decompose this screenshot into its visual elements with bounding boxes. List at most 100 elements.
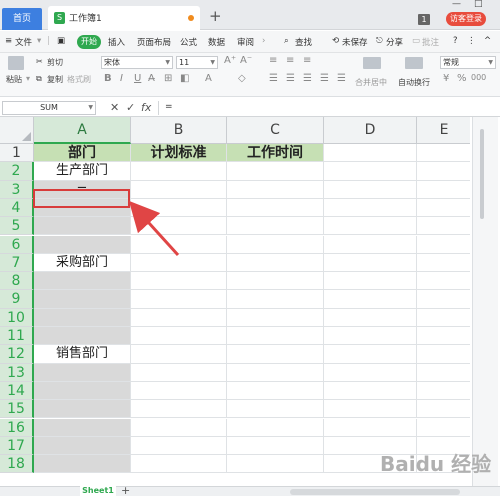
cell-E14[interactable] <box>417 382 470 401</box>
select-all-corner[interactable] <box>0 117 34 144</box>
row-header-12[interactable]: 12 <box>0 345 34 364</box>
share-button[interactable]: 分享 <box>386 36 403 48</box>
cell-A18[interactable] <box>34 455 131 474</box>
cell-D15[interactable] <box>324 400 417 419</box>
align-middle-icon[interactable]: ≡ <box>286 55 294 66</box>
cell-E5[interactable] <box>417 217 470 236</box>
cell-C15[interactable] <box>227 400 324 419</box>
decrease-font-icon[interactable]: A⁻ <box>240 55 252 66</box>
font-color-icon[interactable]: A <box>205 73 212 84</box>
sync-icon[interactable]: ⟲ <box>332 36 339 46</box>
scrollbar-thumb[interactable] <box>480 129 484 219</box>
row-header-4[interactable]: 4 <box>0 198 34 218</box>
column-header-e[interactable]: E <box>417 117 470 144</box>
row-header-9[interactable]: 9 <box>0 290 34 309</box>
collapse-ribbon-icon[interactable]: ^ <box>484 36 491 46</box>
cell-E15[interactable] <box>417 400 470 419</box>
column-header-b[interactable]: B <box>131 117 227 144</box>
insert-function-icon[interactable]: fx <box>141 101 151 114</box>
strikethrough-icon[interactable]: A̶ <box>148 73 155 84</box>
cell-D2[interactable] <box>324 162 417 181</box>
row-header-7[interactable]: 7 <box>0 253 34 273</box>
row-header-3[interactable]: 3 <box>0 180 34 199</box>
cell-C10[interactable] <box>227 308 324 327</box>
cell-A9[interactable] <box>34 290 131 309</box>
cell-E13[interactable] <box>417 364 470 382</box>
cell-C18[interactable] <box>227 455 324 474</box>
cell-C12[interactable] <box>227 345 324 364</box>
cell-B3[interactable] <box>131 180 227 199</box>
menu-review[interactable]: 审阅 <box>237 36 254 48</box>
border-icon[interactable]: ⊞ <box>164 73 172 84</box>
cell-C9[interactable] <box>227 290 324 309</box>
cell-B16[interactable] <box>131 418 227 437</box>
cell-E7[interactable] <box>417 254 470 273</box>
cell-D16[interactable] <box>324 418 417 437</box>
cell-D6[interactable] <box>324 235 417 254</box>
number-format-select[interactable]: 常规 ▼ <box>440 56 496 69</box>
cell-C14[interactable] <box>227 381 324 401</box>
column-header-d[interactable]: D <box>324 117 417 144</box>
cell-E9[interactable] <box>417 290 470 309</box>
save-icon[interactable]: ▣ <box>57 36 65 46</box>
increase-font-icon[interactable]: A⁺ <box>224 55 236 66</box>
cell-D10[interactable] <box>324 308 417 327</box>
cell-A17[interactable] <box>34 436 131 456</box>
row-header-16[interactable]: 16 <box>0 418 34 437</box>
bold-icon[interactable]: B <box>104 73 112 84</box>
cell-A12[interactable]: 销售部门 <box>34 345 131 364</box>
cell-E1[interactable] <box>417 144 470 163</box>
comment-button[interactable]: 批注 <box>422 36 439 48</box>
cut-icon[interactable]: ✂ <box>36 57 43 66</box>
minimize-button[interactable]: — <box>452 0 461 9</box>
cell-D1[interactable] <box>324 144 417 163</box>
menu-insert[interactable]: 插入 <box>108 36 125 48</box>
merge-center-icon[interactable] <box>363 57 381 69</box>
window-count-badge[interactable]: 1 <box>418 14 430 25</box>
italic-icon[interactable]: I <box>120 73 123 84</box>
cell-E8[interactable] <box>417 272 470 291</box>
cell-C2[interactable] <box>227 162 324 181</box>
cell-B18[interactable] <box>131 455 227 474</box>
comment-icon[interactable]: ▭ <box>412 36 420 46</box>
copy-button[interactable]: 复制 <box>47 74 63 85</box>
cell-E3[interactable] <box>417 181 470 199</box>
cell-E16[interactable] <box>417 419 470 437</box>
cell-E11[interactable] <box>417 327 470 346</box>
help-button[interactable]: ? <box>453 36 458 46</box>
cell-B6[interactable] <box>131 235 227 254</box>
cell-C3[interactable] <box>227 180 324 199</box>
cell-E12[interactable] <box>417 345 470 364</box>
align-top-icon[interactable]: ≡ <box>269 55 277 66</box>
row-header-15[interactable]: 15 <box>0 400 34 419</box>
cell-D11[interactable] <box>324 327 417 346</box>
row-header-18[interactable]: 18 <box>0 455 34 474</box>
cell-B10[interactable] <box>131 308 227 327</box>
fill-color-icon[interactable]: ◧ <box>180 73 189 84</box>
name-box[interactable]: SUM ▼ <box>2 101 96 115</box>
cell-B8[interactable] <box>131 272 227 291</box>
cell-C11[interactable] <box>227 327 324 346</box>
cell-B7[interactable] <box>131 253 227 273</box>
cell-B1[interactable]: 计划标准 <box>131 144 227 163</box>
chevron-down-icon[interactable]: ▾ <box>37 36 41 46</box>
cell-B9[interactable] <box>131 290 227 309</box>
cell-B2[interactable] <box>131 162 227 181</box>
formula-input[interactable]: = <box>158 101 498 115</box>
merge-center-button[interactable]: 合并居中 <box>355 77 387 88</box>
row-header-14[interactable]: 14 <box>0 381 34 401</box>
menu-start[interactable]: 开始 <box>77 35 101 49</box>
cell-E4[interactable] <box>417 199 470 218</box>
search-icon[interactable]: ⌕ <box>284 36 289 46</box>
row-header-6[interactable]: 6 <box>0 235 34 254</box>
more-options-icon[interactable]: ⋮ <box>467 36 476 46</box>
cell-D4[interactable] <box>324 198 417 218</box>
row-header-13[interactable]: 13 <box>0 363 34 382</box>
column-header-a[interactable]: A <box>34 117 131 144</box>
cell-A2[interactable]: 生产部门 <box>34 162 131 181</box>
document-tab[interactable]: S 工作簿1 <box>48 6 200 30</box>
cell-E2[interactable] <box>417 162 470 181</box>
cell-D12[interactable] <box>324 345 417 364</box>
wrap-text-button[interactable]: 自动换行 <box>398 77 430 88</box>
cell-C5[interactable] <box>227 217 324 236</box>
